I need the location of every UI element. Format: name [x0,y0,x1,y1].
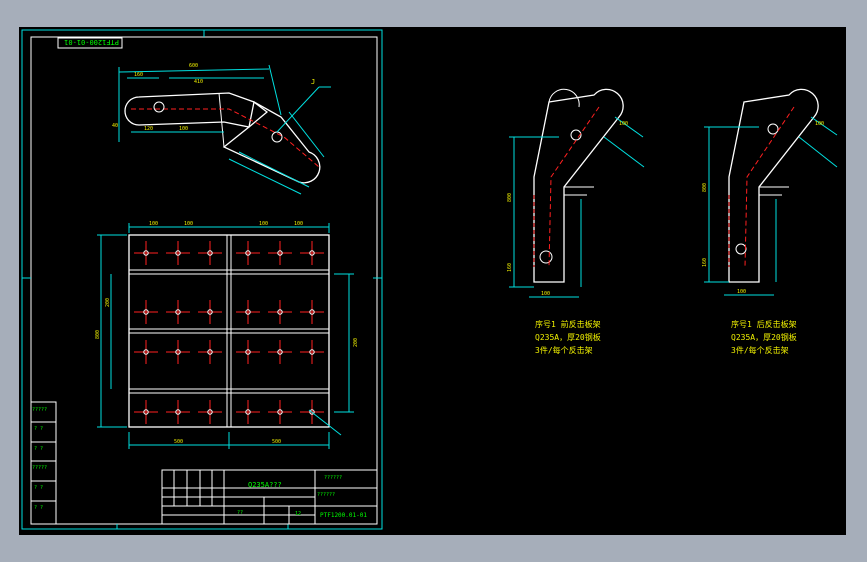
revision-cell-1: ????? [32,407,47,413]
title-material: Q235A??? [248,481,282,489]
part1-line1: 序号1 前反击板架 [535,319,601,329]
part1-dim-base: 160 [507,263,513,272]
top-dim-left: 160 [134,72,143,78]
plate-dim-bottom-2: 500 [272,439,281,445]
revision-cell-3: ? ? [34,446,43,452]
frame-tag: PTF1200-01-01 [57,37,123,49]
title-block: Q235A??? ?????? ?????? PTF1200.01-01 12 … [161,469,378,525]
top-dim-height: 40 [112,123,118,129]
part2-dim-width: 100 [815,121,824,127]
plate-dim-top-3: 100 [259,221,268,227]
side-part-2: 800 160 100 100 [702,88,838,296]
part2-dim-height: 800 [702,183,708,192]
part2-dim-base: 160 [702,258,708,267]
plate-dim-top-1: 100 [149,221,158,227]
top-dim-mid: 410 [194,79,203,85]
title-small-mark: ?? [237,510,243,516]
revision-cell-4: ????? [32,465,47,471]
part1-line3: 3件/每个反击架 [535,345,593,355]
part2-line3: 3件/每个反击架 [731,345,789,355]
frame-tag-text: PTF1200-01-01 [64,38,119,46]
top-dim-overall: 600 [189,63,198,69]
top-dim-bottom-b: 100 [179,126,188,132]
part2-line2: Q235A，厚20钢板 [731,332,797,342]
plate-dim-top-4: 100 [294,221,303,227]
plate-dim-bottom-1: 500 [174,439,183,445]
title-drawing-no: PTF1200.01-01 [320,512,367,519]
part1-label: 序号1 前反击板架 Q235A，厚20钢板 3件/每个反击架 [535,319,601,355]
revision-cell-2: ? ? [34,426,43,432]
revision-cell-6: ? ? [34,505,43,511]
part1-dim-height: 800 [507,193,513,202]
revision-cell-5: ? ? [34,485,43,491]
plate-dim-left-inner: 200 [105,298,111,307]
title-drawing-label: ?????? [317,492,335,498]
plate-dim-top-2: 100 [184,221,193,227]
title-part-name: ?????? [324,475,342,481]
sheet-frame [21,29,383,530]
part1-dim-width: 100 [619,121,628,127]
side-part-1: 800 160 100 100 [507,88,645,298]
part2-dim-bottom: 100 [737,289,746,295]
top-leader-label: J [311,78,315,86]
bent-plate-top-view: 600 160 410 J 120 100 40 [112,63,331,195]
revision-column: ????? ? ? ? ? ????? ? ? ? ? [30,401,57,525]
cad-viewport[interactable]: PTF1200-01-01 ????? ? ? ? ? ????? ? ? ? … [19,27,846,535]
plate-grid-view: 100 100 100 100 500 500 800 200 200 [95,221,359,449]
plate-dim-left-outer: 800 [95,330,101,339]
plate-dim-right: 200 [353,338,359,347]
part2-label: 序号1 后反击板架 Q235A，厚20钢板 3件/每个反击架 [731,319,797,355]
title-scale-mark: 12 [295,511,301,517]
part1-dim-bottom: 100 [541,291,550,297]
part1-line2: Q235A，厚20钢板 [535,332,601,342]
part2-line1: 序号1 后反击板架 [731,319,797,329]
cad-drawing: PTF1200-01-01 ????? ? ? ? ? ????? ? ? ? … [21,29,838,530]
top-dim-bottom-a: 120 [144,126,153,132]
